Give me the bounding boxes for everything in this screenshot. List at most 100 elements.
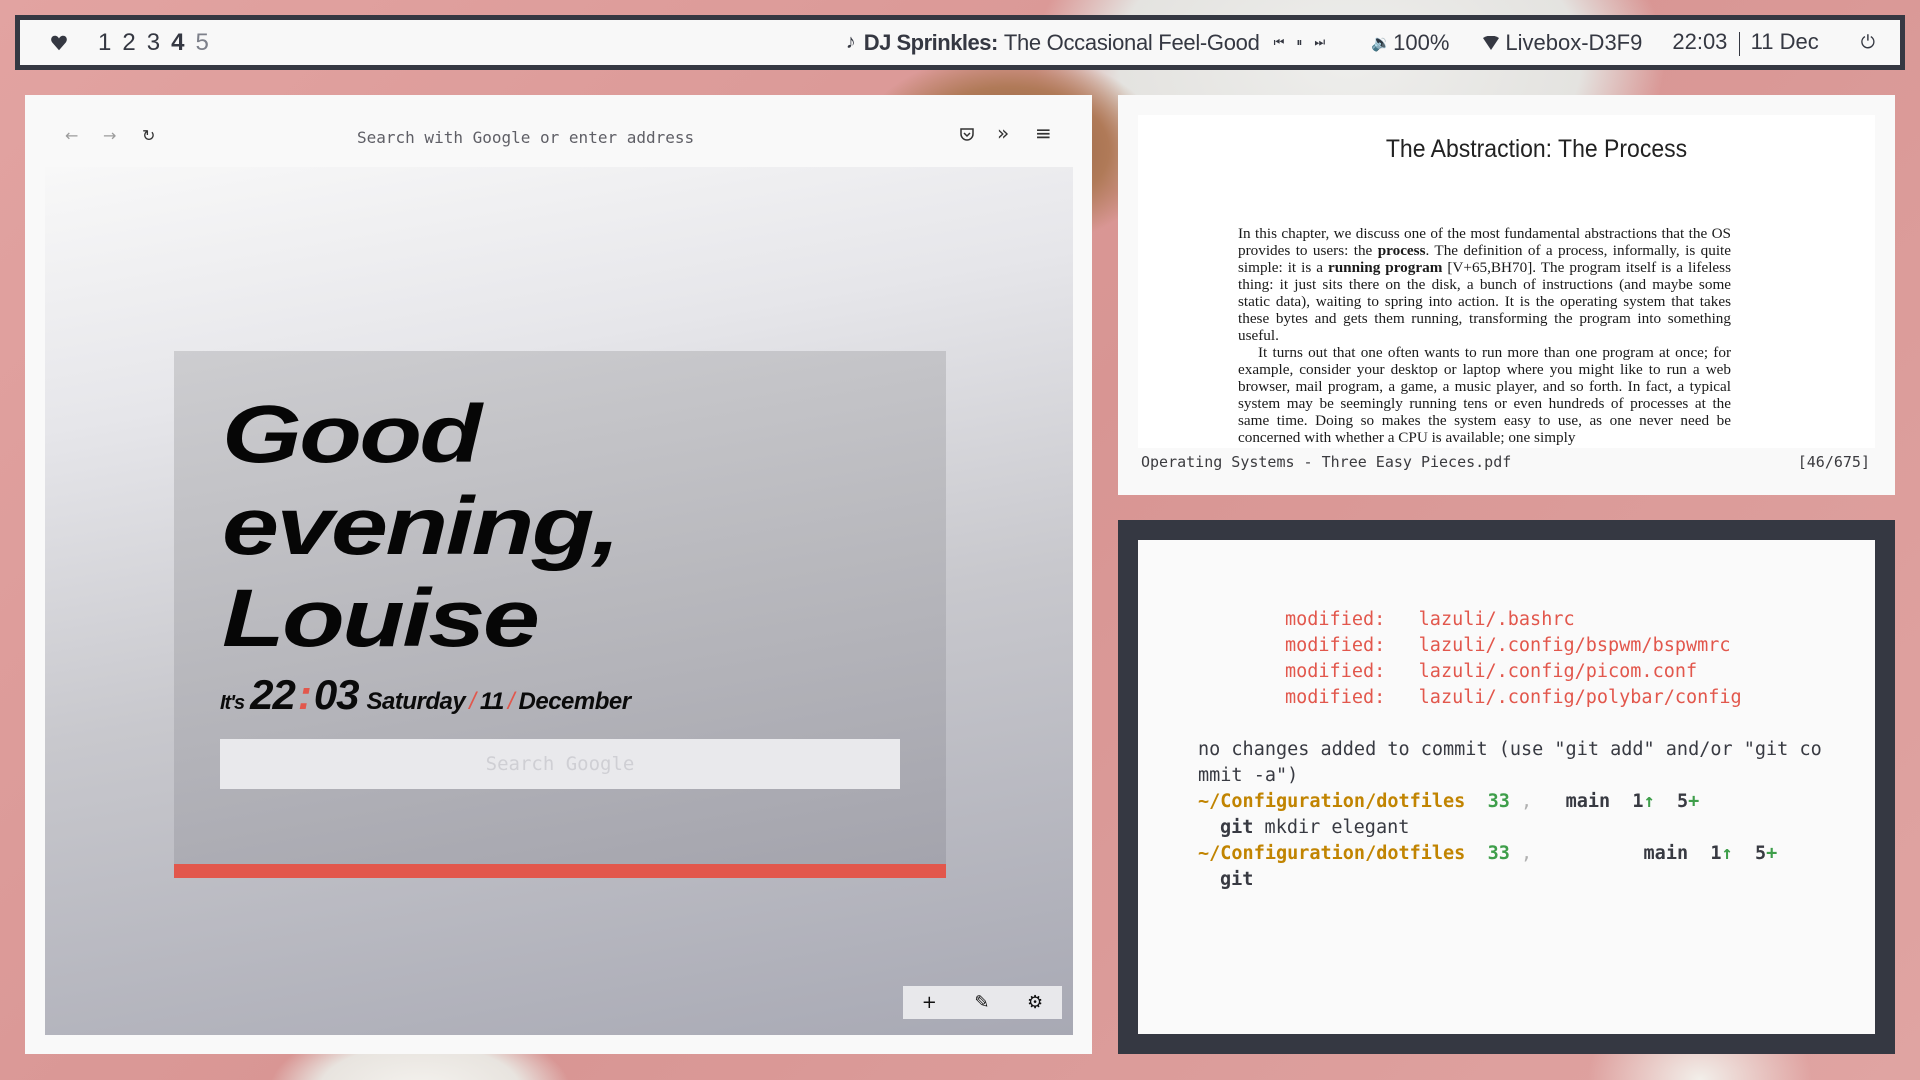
greeting-card: Good evening, Louise It's 22 : 03 Saturd… [174,351,946,878]
network-ssid: Livebox-D3F9 [1505,29,1643,55]
now-playing-track: The Occasional Feel-Good [1003,29,1260,55]
prompt-sep: , [1521,791,1533,812]
greeting-line: Good [222,389,482,480]
date-time-line: It's 22 : 03 Saturday / 11 / December [220,671,631,719]
greeting-line: Louise [222,573,540,664]
day: 11 [479,688,504,715]
bold-term: process [1377,242,1426,259]
edit-pencil-icon[interactable]: ✎ [974,993,989,1012]
pdf-viewer-window: The Abstraction: The Process In this cha… [1118,95,1895,495]
status-bar: 1 2 3 4 5 ♪ DJ Sprinkles: The Occasional… [15,15,1905,70]
forward-icon[interactable]: → [103,128,116,144]
clock-time: 22:03 [1672,29,1728,55]
month: December [518,688,632,715]
git-staged: 5+ [1676,791,1700,812]
prompt-path: ~/Configuration/dotfiles [1198,791,1466,812]
time-colon: : [297,671,312,718]
heart-icon [51,35,67,50]
browser-toolbar: ← → ↻ » ≡ [25,95,1092,167]
date-slash: / [507,688,515,715]
pause-icon[interactable]: ⏸ [1296,35,1302,50]
greeting-line: evening, [222,481,620,572]
git-status-line: modified: lazuli/.config/picom.conf [1285,659,1697,685]
modified-path: lazuli/.bashrc [1418,609,1575,630]
bold-term: running program [1327,259,1443,276]
browser-window: ← → ↻ » ≡ Good evening, Louise It's 22 :… [25,95,1092,1054]
workspace-2[interactable]: 2 [122,29,135,57]
prompt-count: 33 [1487,791,1510,812]
weekday: Saturday [366,688,466,715]
time-minute: 03 [313,671,360,718]
wifi-icon [1483,35,1500,50]
speaker-icon: 🔉 [1371,34,1392,52]
startpage: Good evening, Louise It's 22 : 03 Saturd… [45,167,1073,1035]
now-playing-artist: DJ Sprinkles: [863,29,999,55]
chapter-title: The Abstraction: The Process [1385,135,1688,163]
git-status-line: modified: lazuli/.config/bspwm/bspwmrc [1285,633,1731,659]
command-args: mkdir elegant [1253,817,1410,838]
pdf-page[interactable]: The Abstraction: The Process In this cha… [1138,115,1875,448]
command-line: git mkdir elegant [1220,815,1409,841]
paragraph-2: It turns out that one often wants to run… [1238,344,1731,446]
workspace-3[interactable]: 3 [147,29,160,57]
greeting-heading: Good evening, Louise [222,389,620,665]
back-icon[interactable]: ← [65,128,78,144]
next-icon[interactable]: ⏭ [1314,35,1325,50]
hamburger-menu-icon[interactable]: ≡ [1035,123,1052,143]
command-line: git [1220,867,1253,893]
shell-prompt: ~/Configuration/dotfiles 33 , main 1↑ 5+ [1198,789,1699,815]
git-ahead: 1↑ [1632,791,1655,812]
pdf-page-indicator: [46/675] [1797,453,1870,471]
address-bar[interactable] [355,125,749,149]
modified-label: modified: [1285,609,1386,630]
volume-value: 100% [1393,29,1450,55]
shell-prompt: ~/Configuration/dotfiles 33 , main 1↑ 5+ [1198,841,1777,867]
volume-indicator[interactable]: 🔉 100% [1371,30,1449,56]
modified-path: lazuli/.config/bspwm/bspwmrc [1418,635,1731,656]
modified-label: modified: [1285,635,1386,656]
network-indicator[interactable]: Livebox-D3F9 [1483,30,1642,56]
prompt-path: ~/Configuration/dotfiles [1198,843,1466,864]
time-hour: 22 [250,671,296,718]
git-branch: main [1565,791,1611,812]
command-name: git [1220,869,1254,890]
git-status-line: modified: lazuli/.config/polybar/config [1285,685,1742,711]
git-staged: 5+ [1754,843,1778,864]
clock-date: 11 Dec [1750,29,1819,55]
date-slash: / [469,688,476,715]
prompt-count: 33 [1487,843,1510,864]
modified-path: lazuli/.config/picom.conf [1418,661,1698,682]
pocket-icon[interactable] [959,127,975,143]
workspace-1[interactable]: 1 [98,29,111,57]
google-search-input[interactable] [220,739,900,789]
prev-icon[interactable]: ⏮ [1274,35,1285,50]
pdf-filename: Operating Systems - Three Easy Pieces.pd… [1141,453,1512,471]
status-bar-right: ♪ DJ Sprinkles: The Occasional Feel-Good… [845,29,1900,56]
music-note-icon: ♪ [845,31,856,53]
paragraph-1: In this chapter, we discuss one of the m… [1238,225,1731,344]
settings-gear-icon[interactable]: ⚙ [1027,993,1043,1012]
workspace-4-active[interactable]: 4 [171,29,184,57]
modified-path: lazuli/.config/polybar/config [1418,687,1742,708]
terminal-output[interactable]: modified: lazuli/.bashrc modified: lazul… [1138,540,1875,1034]
overflow-chevrons-icon[interactable]: » [997,123,1009,143]
modified-label: modified: [1285,687,1386,708]
pdf-body-text: In this chapter, we discuss one of the m… [1238,225,1731,446]
clock-separator [1738,31,1740,56]
clock[interactable]: 22:03 11 Dec [1672,29,1819,56]
pdf-statusbar: Operating Systems - Three Easy Pieces.pd… [1141,453,1870,475]
command-name: git [1220,817,1254,838]
status-bar-left: 1 2 3 4 5 [20,29,220,57]
git-status-line: modified: lazuli/.bashrc [1285,607,1575,633]
git-ahead: 1↑ [1710,843,1733,864]
startpage-dock: + ✎ ⚙ [903,986,1062,1019]
modified-label: modified: [1285,661,1386,682]
workspace-5[interactable]: 5 [195,29,208,57]
git-branch: main [1643,843,1689,864]
prompt-sep: , [1521,843,1533,864]
reload-icon[interactable]: ↻ [142,128,155,144]
terminal-window: modified: lazuli/.bashrc modified: lazul… [1118,520,1895,1054]
its-label: It's [220,692,245,714]
add-icon[interactable]: + [922,993,937,1012]
power-icon[interactable]: ⏻ [1861,32,1875,53]
